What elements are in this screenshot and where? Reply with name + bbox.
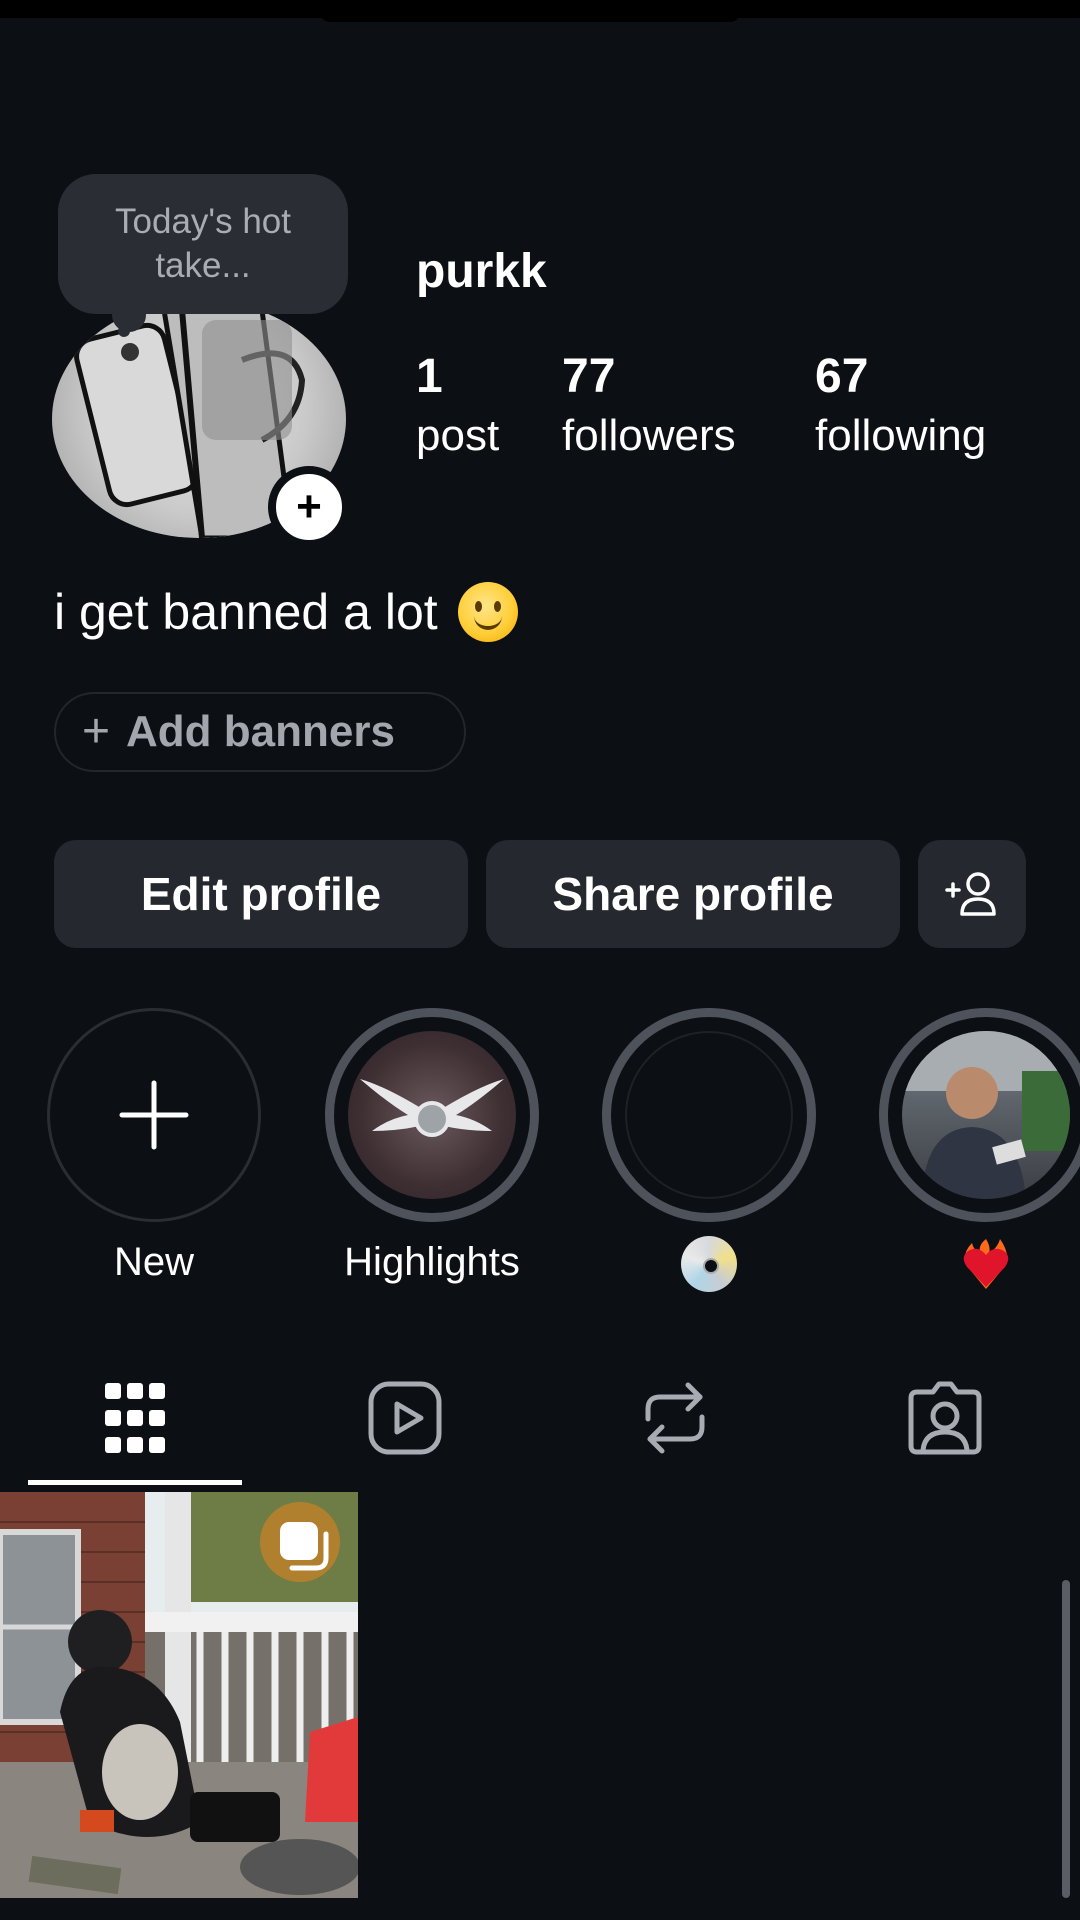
person-photo-icon: [902, 1031, 1070, 1199]
stat-following[interactable]: 67 following: [815, 348, 986, 466]
highlight-label: New: [113, 1240, 195, 1284]
scrollbar[interactable]: [1062, 1580, 1070, 1898]
highlight-ring[interactable]: [879, 1008, 1080, 1222]
highlight-cover-image: [348, 1031, 516, 1199]
highlight-new-circle[interactable]: [47, 1008, 261, 1222]
dynamic-island: [320, 12, 740, 22]
profile-screen: + Today's hot take... purkk 1 post 77 fo…: [0, 0, 1080, 1920]
highlight-label: Highlights: [344, 1240, 520, 1284]
stat-posts-label: post: [416, 411, 500, 460]
highlight-heart[interactable]: [878, 1008, 1080, 1293]
tab-reposts[interactable]: [540, 1370, 810, 1466]
bottom-edge: [0, 1898, 1080, 1920]
highlight-label: [601, 1234, 817, 1293]
plus-icon: +: [82, 705, 111, 758]
highlight-label: [878, 1234, 1080, 1293]
profile-avatar-container[interactable]: +: [52, 300, 350, 548]
active-tab-indicator: [28, 1480, 242, 1485]
share-profile-button[interactable]: Share profile: [486, 840, 900, 948]
tab-tagged[interactable]: [810, 1370, 1080, 1466]
stat-followers-value: 77: [562, 350, 616, 403]
stat-following-label: following: [815, 411, 987, 460]
stat-following-value: 67: [815, 350, 869, 403]
carousel-icon: [280, 1522, 329, 1571]
stat-posts-value: 1: [416, 350, 443, 403]
note-bubble[interactable]: Today's hot take...: [58, 174, 348, 314]
grid-icon: [105, 1383, 165, 1453]
smile-emoji-icon: [457, 582, 518, 642]
discover-people-button[interactable]: [918, 840, 1026, 948]
add-story-plus-icon[interactable]: +: [268, 466, 350, 548]
edit-profile-label: Edit profile: [140, 868, 382, 920]
highlight-new[interactable]: New: [46, 1008, 262, 1290]
username: purkk: [416, 245, 547, 298]
note-text: Today's hot take...: [115, 202, 291, 285]
plus-icon: [50, 1011, 258, 1219]
reposts-icon: [645, 1382, 705, 1454]
post-thumbnail[interactable]: [0, 1492, 358, 1898]
share-profile-label: Share profile: [552, 868, 834, 920]
highlight-ring[interactable]: [325, 1008, 539, 1222]
add-person-icon: [945, 872, 996, 916]
stat-followers-label: followers: [562, 411, 736, 460]
stat-posts[interactable]: 1 post: [416, 348, 499, 466]
highlight-disc[interactable]: [601, 1008, 817, 1293]
heart-on-fire-icon: [963, 1239, 1009, 1290]
highlight-cover-image: [902, 1031, 1070, 1199]
highlight-highlights[interactable]: Highlights: [324, 1008, 540, 1290]
highlight-cover-image: [625, 1031, 793, 1199]
tab-reels[interactable]: [270, 1370, 540, 1466]
bio: i get banned a lot: [54, 582, 518, 642]
disc-icon: [681, 1236, 737, 1293]
reels-icon: [368, 1381, 442, 1455]
highlight-ring[interactable]: [602, 1008, 816, 1222]
add-banners-button[interactable]: + Add banners: [54, 692, 466, 772]
stat-followers[interactable]: 77 followers: [562, 348, 736, 466]
add-banners-label: Add banners: [126, 707, 395, 756]
tab-grid[interactable]: [0, 1370, 270, 1466]
edit-profile-button[interactable]: Edit profile: [54, 840, 468, 948]
winged-emblem-icon: [360, 1079, 504, 1137]
note-bubble-tail-dot: [118, 325, 130, 337]
tagged-icon: [908, 1381, 982, 1455]
bio-text: i get banned a lot: [54, 584, 438, 640]
